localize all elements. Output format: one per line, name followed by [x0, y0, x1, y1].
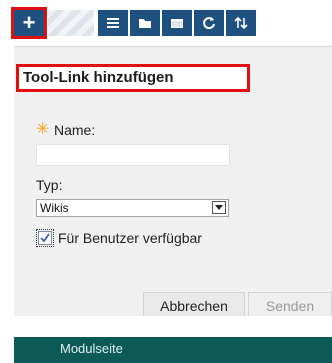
- list-icon: [107, 18, 119, 28]
- folder-button[interactable]: [130, 10, 160, 36]
- module-page-label: Modulseite: [60, 341, 123, 356]
- toolbar: +: [0, 0, 332, 46]
- required-icon: ✳: [36, 121, 50, 138]
- add-tool-link-panel: Tool-Link hinzufügen ✳ Name: Typ: Wikis …: [14, 46, 332, 318]
- sort-button[interactable]: [226, 10, 256, 36]
- available-checkbox-label: Für Benutzer verfügbar: [58, 230, 202, 246]
- dialog-title: Tool-Link hinzufügen: [16, 64, 250, 92]
- name-label: Name:: [54, 122, 96, 138]
- type-select-value: Wikis: [40, 201, 69, 215]
- toolbar-separator: [48, 10, 94, 36]
- checkmark-icon: [40, 233, 50, 243]
- dropdown-arrow-icon[interactable]: [212, 201, 226, 214]
- refresh-icon: [203, 17, 215, 30]
- window-button[interactable]: [162, 10, 192, 36]
- sort-icon: [234, 16, 248, 30]
- module-page-tab[interactable]: Modulseite: [14, 337, 332, 363]
- type-select[interactable]: Wikis: [36, 199, 229, 217]
- spacer: [14, 316, 332, 337]
- folder-icon: [139, 19, 151, 28]
- add-button[interactable]: +: [11, 7, 47, 39]
- window-icon: [171, 19, 183, 28]
- list-button[interactable]: [98, 10, 128, 36]
- cancel-button[interactable]: Abbrechen: [143, 292, 245, 318]
- available-checkbox[interactable]: [36, 229, 54, 247]
- name-input[interactable]: [36, 144, 230, 166]
- refresh-button[interactable]: [194, 10, 224, 36]
- type-label: Typ:: [36, 177, 63, 193]
- send-button[interactable]: Senden: [248, 292, 332, 318]
- plus-icon: +: [22, 10, 36, 35]
